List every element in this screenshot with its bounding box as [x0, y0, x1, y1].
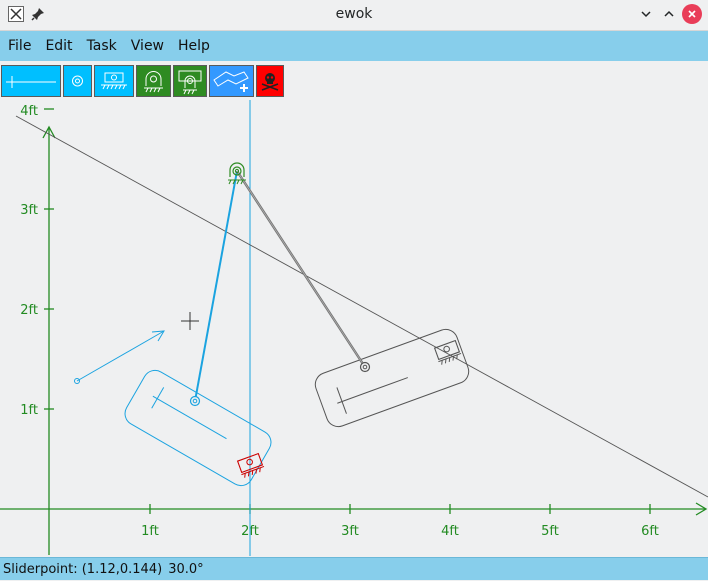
y-tick-label: 2ft	[20, 303, 38, 318]
direction-vector[interactable]	[74, 330, 165, 384]
line-icon	[6, 76, 56, 88]
menu-bar: File Edit Task View Help	[0, 31, 708, 61]
status-point-readout: Sliderpoint: (1.12,0.144)	[3, 562, 163, 577]
x-axis	[0, 502, 708, 516]
fixed-slider-icon	[178, 70, 202, 95]
menu-edit[interactable]: Edit	[38, 31, 79, 61]
crosshair-cursor-icon	[181, 312, 199, 330]
fixed-slider-tool-button[interactable]	[173, 65, 207, 97]
menu-task[interactable]: Task	[80, 31, 124, 61]
pivot-tool-button[interactable]	[63, 65, 92, 97]
x-tick-label: 1ft	[141, 524, 159, 539]
menu-help[interactable]: Help	[171, 31, 217, 61]
skull-icon	[261, 73, 279, 91]
pivot-icon	[72, 75, 83, 87]
ghost-slider-constraint[interactable]	[433, 339, 463, 365]
y-tick-label: 4ft	[20, 104, 38, 119]
menu-file[interactable]: File	[0, 31, 38, 61]
slider-icon	[101, 72, 127, 90]
add-link-tool-button[interactable]	[209, 65, 254, 97]
ghost-slider-body[interactable]	[312, 326, 472, 430]
slider-tool-button[interactable]	[94, 65, 134, 97]
fixed-pivot-icon	[144, 71, 163, 93]
line-tool-button[interactable]	[1, 65, 61, 97]
construction-line	[15, 115, 708, 498]
toolbar	[0, 62, 708, 100]
x-tick-label: 5ft	[541, 524, 559, 539]
y-tick-label: 3ft	[20, 203, 38, 218]
status-angle-readout: 30.0°	[168, 562, 204, 577]
close-icon[interactable]	[682, 4, 702, 24]
ghost-pivot-joint[interactable]	[359, 361, 371, 373]
title-bar: ewok	[0, 0, 708, 31]
chevron-down-icon[interactable]	[636, 4, 656, 24]
drawing-canvas[interactable]: 1ft 2ft 3ft 4ft 5ft 6ft 1ft 2ft 3ft 4ft	[0, 100, 708, 556]
status-bar: Sliderpoint: (1.12,0.144) 30.0°	[0, 557, 708, 580]
menu-view[interactable]: View	[124, 31, 171, 61]
x-tick-label: 6ft	[641, 524, 659, 539]
delete-tool-button[interactable]	[256, 65, 284, 97]
y-axis	[42, 125, 56, 555]
ghost-coupler-link[interactable]	[235, 170, 367, 368]
ground-slider-constraint[interactable]	[236, 452, 266, 478]
chevron-up-icon[interactable]	[659, 4, 679, 24]
y-tick-label: 1ft	[20, 403, 38, 418]
pivot-joint[interactable]	[189, 395, 201, 407]
x-tick-label: 3ft	[341, 524, 359, 539]
add-link-icon	[213, 71, 249, 92]
window-title: ewok	[335, 6, 373, 22]
fixed-pivot-tool-button[interactable]	[136, 65, 171, 97]
x-tick-label: 4ft	[441, 524, 459, 539]
coupler-link[interactable]	[194, 170, 238, 402]
